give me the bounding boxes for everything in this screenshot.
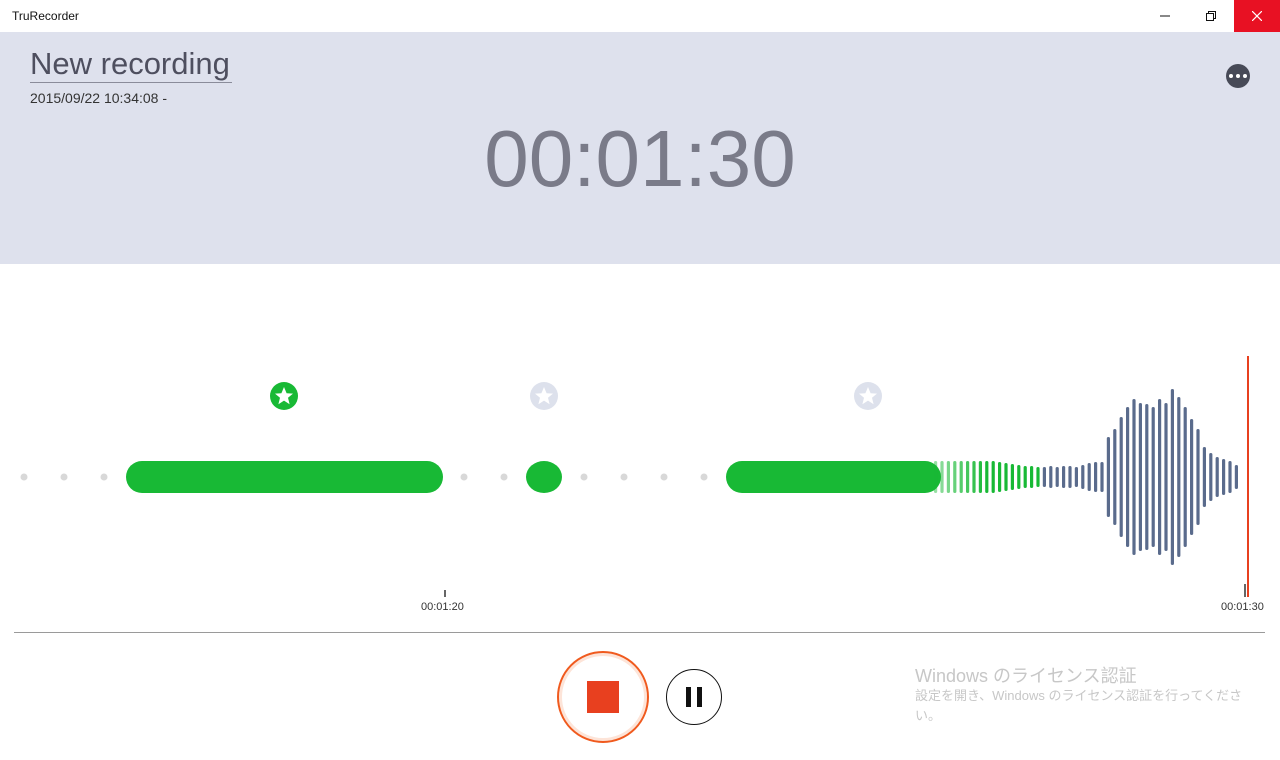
recording-date: 2015/09/22 10:34:08 -: [30, 90, 168, 106]
stop-icon: [587, 681, 619, 713]
pause-icon: [686, 687, 691, 707]
elapsed-timer: 00:01:30: [484, 114, 796, 203]
recorded-segment: [526, 461, 562, 493]
silence-dot: [60, 473, 68, 481]
divider: [14, 632, 1265, 633]
minimize-icon: [1160, 15, 1170, 17]
recording-name[interactable]: New recording: [30, 46, 232, 83]
bookmark-star-2[interactable]: [530, 382, 558, 410]
waveform-bar: [953, 461, 957, 493]
waveform-bar: [1234, 465, 1238, 489]
waveform-svg: [20, 356, 1249, 597]
waveform-bar: [1138, 403, 1142, 551]
waveform-bar: [1023, 466, 1027, 488]
waveform-bar: [1126, 407, 1130, 547]
waveform-bar: [1164, 403, 1168, 551]
silence-dot: [660, 473, 668, 481]
waveform-bar: [972, 461, 976, 493]
waveform-bar: [991, 461, 995, 493]
waveform-bar: [966, 461, 970, 493]
waveform-bar: [1081, 465, 1085, 489]
waveform-bar: [1119, 417, 1123, 537]
waveform-bar: [1177, 397, 1181, 557]
pause-button[interactable]: [666, 669, 722, 725]
waveform-bar: [1196, 429, 1200, 525]
waveform-bar: [1100, 462, 1104, 492]
more-icon: [1229, 74, 1233, 78]
waveform-bar: [1228, 461, 1232, 493]
activation-watermark-title: Windows のライセンス認証: [915, 666, 1137, 686]
waveform-bar: [1106, 437, 1110, 517]
waveform-bar: [1030, 466, 1034, 488]
waveform-bar: [998, 462, 1002, 492]
waveform-bar: [1087, 463, 1091, 491]
waveform-bar: [1209, 453, 1213, 501]
waveform-bar: [1190, 419, 1194, 535]
silence-dot: [700, 473, 708, 481]
restore-icon: [1206, 11, 1216, 21]
waveform-bar: [1113, 429, 1117, 525]
bookmark-star-3[interactable]: [854, 382, 882, 410]
waveform-bar: [1151, 407, 1155, 547]
waveform-bar: [1036, 467, 1040, 487]
waveform-bar: [1145, 404, 1149, 550]
title-bar: TruRecorder: [0, 0, 1280, 32]
waveform-bar: [1215, 457, 1219, 497]
waveform-bar: [985, 461, 989, 493]
recording-header: New recording 2015/09/22 10:34:08 - 00:0…: [0, 32, 1280, 264]
silence-dot: [20, 473, 28, 481]
live-waveform-bars: [934, 389, 1238, 565]
silence-dot: [580, 473, 588, 481]
app-title: TruRecorder: [12, 9, 79, 23]
silence-dot: [460, 473, 468, 481]
waveform-bar: [1068, 466, 1072, 488]
waveform-bar: [1132, 399, 1136, 555]
waveform-bar: [1055, 467, 1059, 487]
waveform-bar: [934, 461, 938, 493]
waveform-timeline[interactable]: 00:01:20 00:01:30: [0, 264, 1280, 634]
waveform-bar: [1062, 466, 1066, 488]
timeline-label: 00:01:20: [421, 601, 464, 613]
bookmark-star-1[interactable]: [270, 382, 298, 410]
activation-watermark-text: 設定を開き、Windows のライセンス認証を行ってください。: [915, 688, 1243, 723]
app-window: TruRecorder New recording 2015/09/22 10:…: [0, 0, 1280, 760]
close-button[interactable]: [1234, 0, 1280, 32]
recorded-segment: [726, 461, 941, 493]
waveform-bar: [1170, 389, 1174, 565]
minimize-button[interactable]: [1142, 0, 1188, 32]
waveform-bar: [1017, 465, 1021, 489]
stop-button[interactable]: [557, 651, 649, 743]
recorded-segment: [126, 461, 443, 493]
more-options-button[interactable]: [1226, 64, 1250, 88]
waveform-bar: [1222, 459, 1226, 495]
waveform-bar: [1158, 399, 1162, 555]
waveform-bar: [1183, 407, 1187, 547]
waveform-bar: [1074, 467, 1078, 487]
close-icon: [1252, 11, 1262, 21]
silence-dot: [620, 473, 628, 481]
waveform-bar: [1042, 467, 1046, 487]
waveform-bar: [1004, 463, 1008, 491]
waveform-bar: [940, 461, 944, 493]
waveform-bar: [959, 461, 963, 493]
waveform-bar: [1010, 464, 1014, 490]
silence-dot: [500, 473, 508, 481]
timeline-label: 00:01:30: [1221, 601, 1264, 613]
restore-button[interactable]: [1188, 0, 1234, 32]
waveform-bar: [978, 461, 982, 493]
waveform-bar: [1202, 447, 1206, 507]
waveform-bar: [1094, 462, 1098, 492]
waveform-bar: [946, 461, 950, 493]
waveform-bar: [1049, 466, 1053, 488]
silence-dot: [100, 473, 108, 481]
